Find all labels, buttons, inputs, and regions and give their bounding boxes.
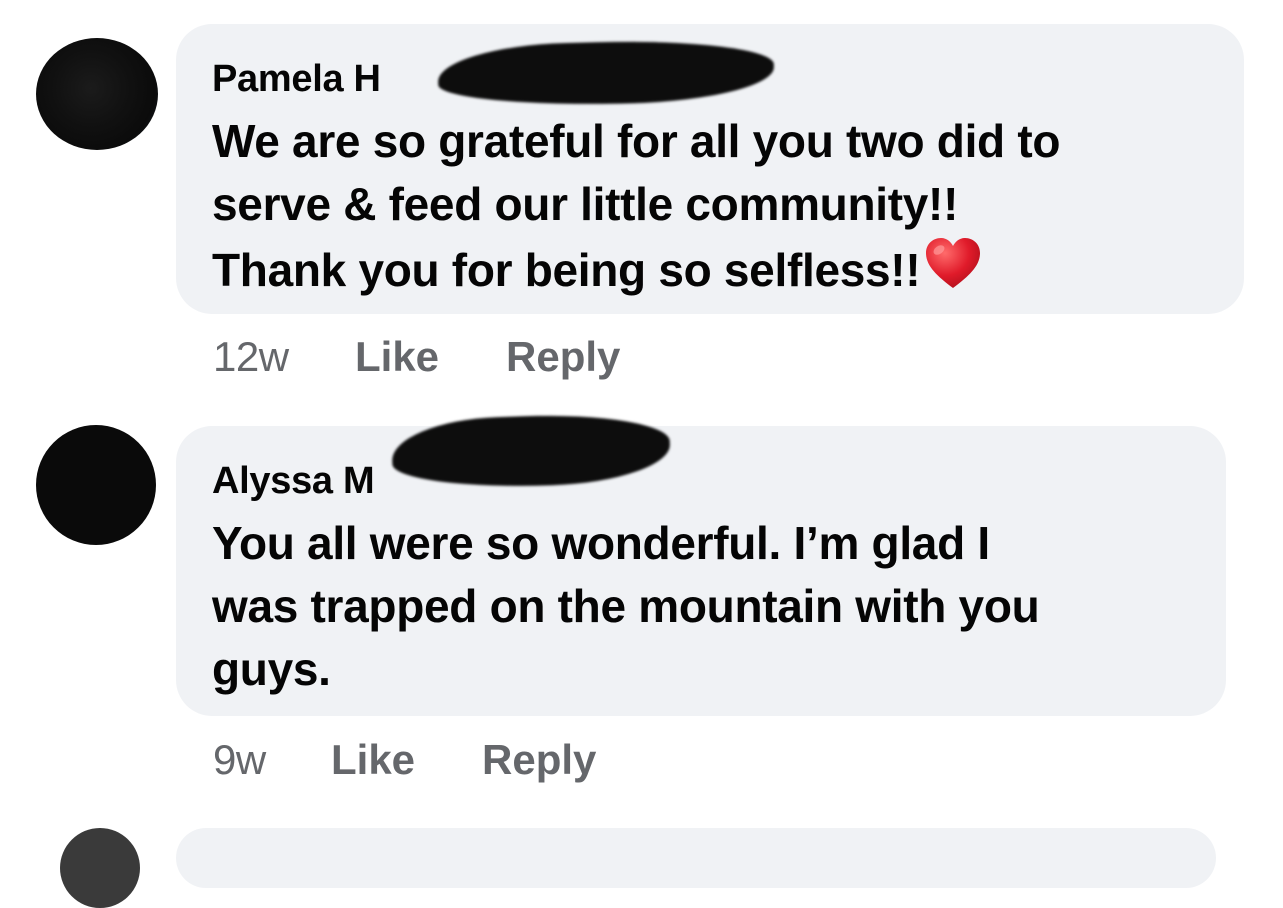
avatar[interactable] [36,425,156,545]
comment-bubble [176,828,1216,888]
avatar[interactable] [60,828,140,908]
comment-text: You all were so wonderful. I’m glad I wa… [212,512,1040,701]
redaction-scribble [390,411,672,491]
comment-bubble: Alyssa M You all were so wonderful. I’m … [176,411,1226,716]
like-button[interactable]: Like [331,736,415,784]
comment-text-line: We are so grateful for all you two did t… [212,115,1061,167]
comment-author[interactable]: Alyssa M [212,460,375,503]
comment-author[interactable]: Pamela H [212,58,381,101]
reply-button[interactable]: Reply [506,333,620,381]
like-button[interactable]: Like [355,333,439,381]
comment-text-line: Thank you for being so selfless!! [212,236,1060,302]
comment-text: We are so grateful for all you two did t… [212,110,1060,302]
comment-text-line: was trapped on the mountain with you [212,580,1040,632]
comment-text-line: serve & feed our little community!! [212,178,959,230]
reply-button[interactable]: Reply [482,736,596,784]
comment-bubble: Pamela H We are so grateful for all you … [176,24,1244,314]
comment-text-segment: Thank you for being so selfless!! [212,244,921,296]
comment-timestamp: 12w [213,333,289,380]
red-heart-icon [926,238,981,288]
avatar[interactable] [36,38,158,150]
comment-text-line: guys. [212,643,331,695]
comment-timestamp: 9w [213,736,266,783]
comment-text-line: You all were so wonderful. I’m glad I [212,517,990,569]
redaction-scribble [437,37,775,109]
